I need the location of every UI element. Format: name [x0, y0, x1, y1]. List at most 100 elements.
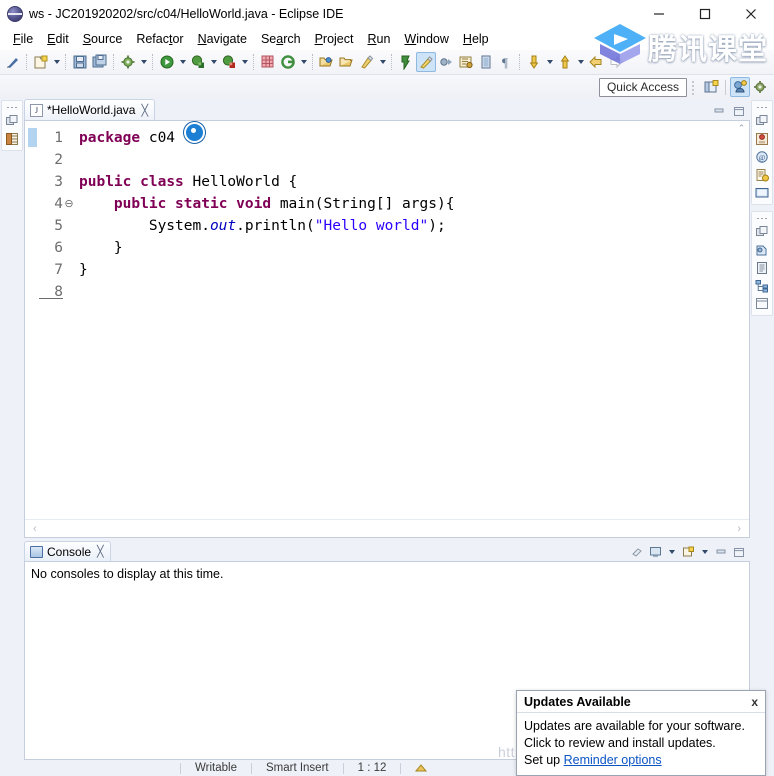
forward-icon[interactable]: [606, 52, 626, 72]
debug-dropdown[interactable]: [208, 52, 219, 72]
quick-access-input[interactable]: Quick Access: [598, 77, 687, 97]
code-text[interactable]: package c04 public class HelloWorld { pu…: [75, 121, 749, 519]
new-package-dropdown[interactable]: [298, 52, 309, 72]
menu-refactor[interactable]: Refactor: [129, 30, 190, 48]
skip-breakpoints-icon[interactable]: [436, 52, 456, 72]
build-all-icon[interactable]: [118, 52, 138, 72]
search-icon[interactable]: [357, 52, 377, 72]
restore-icon[interactable]: [754, 103, 770, 112]
menu-source[interactable]: Source: [76, 30, 130, 48]
problems-icon[interactable]: [754, 130, 770, 147]
package-explorer-icon[interactable]: [4, 130, 20, 147]
console-icon[interactable]: [754, 184, 770, 201]
menu-file[interactable]: FFileile: [6, 30, 40, 48]
new-package-icon[interactable]: [278, 52, 298, 72]
run-last-dropdown[interactable]: [239, 52, 250, 72]
notification-close-icon[interactable]: x: [751, 695, 758, 709]
restore-panel-icon[interactable]: [754, 112, 770, 129]
previous-annotation-dropdown[interactable]: [544, 52, 555, 72]
pin-console-icon[interactable]: [630, 546, 644, 558]
close-button[interactable]: [728, 0, 774, 28]
minimize-icon[interactable]: [754, 295, 770, 312]
open-task-icon[interactable]: [337, 52, 357, 72]
run-dropdown[interactable]: [177, 52, 188, 72]
new-wizard-icon[interactable]: [31, 52, 51, 72]
quick-fix-icon[interactable]: [3, 52, 23, 72]
menu-edit[interactable]: Edit: [40, 30, 76, 48]
external-tools-icon[interactable]: [456, 52, 476, 72]
save-icon[interactable]: [70, 52, 90, 72]
code-token: HelloWorld {: [183, 174, 298, 190]
fold-toggle[interactable]: ⊖: [63, 193, 75, 215]
open-perspective-icon[interactable]: [701, 77, 721, 97]
restore-icon[interactable]: [754, 214, 770, 223]
mark-occurrences-icon[interactable]: [416, 52, 436, 72]
marker-ruler[interactable]: [25, 121, 41, 519]
folding-ruler[interactable]: ⊖: [63, 121, 75, 519]
restore-panel-icon[interactable]: [754, 223, 770, 240]
open-console-icon[interactable]: [681, 546, 695, 558]
run-icon[interactable]: [157, 52, 177, 72]
maximize-button[interactable]: [682, 0, 728, 28]
next-annotation-icon[interactable]: [555, 52, 575, 72]
editor-tab-close-icon[interactable]: ╳: [141, 104, 148, 117]
toolbar-drag-handle[interactable]: [690, 79, 698, 96]
type-hierarchy-icon[interactable]: [754, 277, 770, 294]
display-selected-console-icon[interactable]: [648, 546, 662, 558]
open-console-dropdown[interactable]: [699, 546, 710, 558]
editor-maximize-icon[interactable]: [732, 105, 746, 117]
javadoc-icon[interactable]: @: [754, 148, 770, 165]
pin-marker-icon[interactable]: [396, 52, 416, 72]
menu-help[interactable]: Help: [456, 30, 496, 48]
debug-perspective-icon[interactable]: [750, 77, 770, 97]
scroll-right-icon[interactable]: ›: [737, 523, 741, 535]
next-annotation-dropdown[interactable]: [575, 52, 586, 72]
menu-search[interactable]: Search: [254, 30, 308, 48]
outline-icon[interactable]: [754, 259, 770, 276]
toolbar-separator: [312, 54, 314, 70]
code-token: main(String[] args){: [271, 196, 455, 212]
save-all-icon[interactable]: [90, 52, 110, 72]
updates-notification[interactable]: Updates Available x Updates are availabl…: [516, 690, 766, 776]
editor-horizontal-scrollbar[interactable]: ‹ ›: [25, 519, 749, 537]
debug-icon[interactable]: [188, 52, 208, 72]
task-list-icon[interactable]: [754, 241, 770, 258]
console-maximize-icon[interactable]: [732, 546, 746, 558]
code-token: package: [79, 130, 141, 146]
java-perspective-icon[interactable]: [730, 77, 750, 97]
new-java-project-icon[interactable]: [258, 52, 278, 72]
scroll-left-icon[interactable]: ‹: [33, 523, 37, 535]
restore-icon[interactable]: [4, 103, 20, 112]
code-area[interactable]: 1 2 3 4 5 6 7 8 ⊖ package c04 public class Hell…: [25, 121, 749, 519]
editor-vertical-scrollbar[interactable]: ⌃: [735, 122, 748, 503]
open-type-icon[interactable]: [317, 52, 337, 72]
pilcrow-icon[interactable]: ¶: [496, 52, 516, 72]
editor-minimize-icon[interactable]: [712, 105, 726, 117]
right-fast-view-group-1: @: [751, 100, 773, 205]
menu-run[interactable]: Run: [360, 30, 397, 48]
build-dropdown[interactable]: [138, 52, 149, 72]
declaration-icon[interactable]: [754, 166, 770, 183]
run-last-tool-icon[interactable]: [219, 52, 239, 72]
minimize-restore-icon[interactable]: [4, 112, 20, 129]
console-tab-close-icon[interactable]: ╳: [97, 545, 104, 558]
open-task-view-icon[interactable]: [476, 52, 496, 72]
new-wizard-dropdown[interactable]: [51, 52, 62, 72]
previous-annotation-icon[interactable]: [524, 52, 544, 72]
menu-window[interactable]: Window: [397, 30, 455, 48]
console-tab[interactable]: Console ╳: [24, 541, 111, 561]
back-icon[interactable]: [586, 52, 606, 72]
menu-navigate[interactable]: Navigate: [191, 30, 254, 48]
scroll-up-icon[interactable]: ⌃: [735, 122, 748, 135]
editor-tab-buttons: [712, 105, 746, 117]
minimize-button[interactable]: [636, 0, 682, 28]
reminder-options-link[interactable]: Reminder options: [564, 753, 662, 767]
code-token: out: [209, 218, 237, 234]
line-number: 2: [54, 152, 63, 168]
search-dropdown[interactable]: [377, 52, 388, 72]
display-console-dropdown[interactable]: [666, 546, 677, 558]
editor-tab-helloworld[interactable]: J *HelloWorld.java ╳: [24, 99, 156, 120]
menu-project[interactable]: Project: [308, 30, 361, 48]
console-minimize-icon[interactable]: [714, 546, 728, 558]
